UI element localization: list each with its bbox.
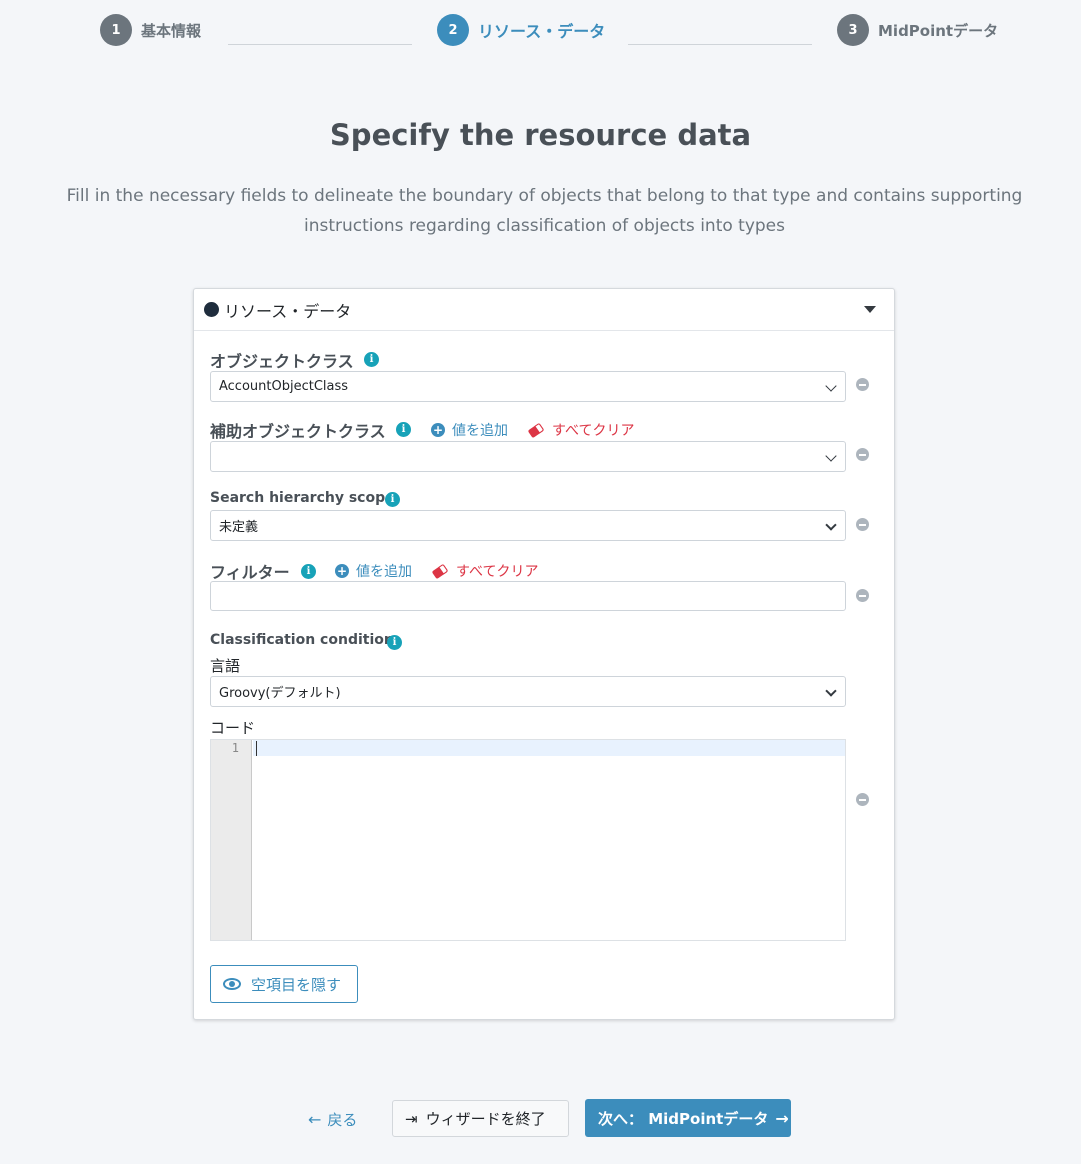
info-icon[interactable]: i [364, 352, 379, 367]
step-midpoint-data[interactable]: 3 MidPointデータ [837, 14, 998, 46]
object-class-value: AccountObjectClass [219, 379, 349, 394]
chevron-down-icon [825, 380, 837, 392]
step-resource-data[interactable]: 2 リソース・データ [437, 14, 605, 46]
next-label: 次へ： MidPointデータ [598, 1109, 769, 1128]
code-editor[interactable]: 1 [210, 739, 846, 941]
object-class-select[interactable]: AccountObjectClass [210, 371, 846, 402]
resource-data-panel: リソース・データ オブジェクトクラス i AccountObjectClass … [193, 288, 895, 1020]
remove-icon[interactable] [856, 793, 869, 806]
chevron-down-icon [825, 450, 837, 462]
info-icon[interactable]: i [301, 564, 316, 579]
wizard-stepper: 1 基本情報 2 リソース・データ 3 MidPointデータ [0, 14, 1081, 48]
add-value-link[interactable]: + 値を追加 [335, 561, 412, 581]
add-value-label: 値を追加 [452, 423, 508, 439]
add-value-label: 値を追加 [356, 564, 412, 580]
step-connector [628, 44, 812, 45]
clear-all-label: すべてクリア [456, 564, 539, 580]
object-class-label: オブジェクトクラス [210, 352, 354, 371]
language-label: 言語 [210, 657, 241, 675]
step-number: 2 [437, 14, 469, 46]
info-icon[interactable]: i [385, 492, 400, 507]
eye-icon [223, 978, 241, 990]
plus-circle-icon: + [335, 564, 349, 578]
step-basic-info[interactable]: 1 基本情報 [100, 14, 201, 46]
remove-icon[interactable] [856, 518, 869, 531]
aux-object-class-label: 補助オブジェクトクラス [210, 422, 386, 441]
line-number: 1 [231, 741, 239, 755]
remove-icon[interactable] [856, 589, 869, 602]
text-cursor [256, 741, 257, 756]
circle-icon [204, 302, 219, 317]
add-value-link[interactable]: + 値を追加 [431, 420, 508, 440]
filter-label: フィルター [210, 563, 290, 582]
search-scope-select[interactable]: 未定義 [210, 510, 846, 541]
clear-all-link[interactable]: すべてクリア [431, 561, 539, 581]
hide-empty-fields-button[interactable]: 空項目を隠す [210, 965, 358, 1003]
arrow-left-icon: ← [308, 1109, 322, 1129]
code-label: コード [210, 719, 256, 737]
active-line [253, 740, 845, 756]
page-subtitle: Fill in the necessary fields to delineat… [66, 186, 1023, 236]
filter-input[interactable] [210, 581, 846, 611]
panel-title: リソース・データ [224, 301, 352, 321]
remove-icon[interactable] [856, 378, 869, 391]
step-connector [228, 44, 412, 45]
step-label: 基本情報 [141, 21, 202, 40]
chevron-down-icon [825, 685, 837, 697]
caret-down-icon[interactable] [864, 306, 876, 313]
chevron-down-icon [825, 519, 837, 531]
eraser-icon [431, 563, 449, 579]
info-icon[interactable]: i [396, 422, 411, 437]
classification-label: Classification condition [210, 632, 394, 648]
eraser-icon [527, 422, 545, 438]
info-icon[interactable]: i [387, 635, 402, 650]
exit-wizard-button[interactable]: ⇥ ウィザードを終了 [392, 1100, 569, 1137]
back-button[interactable]: ← 戻る [308, 1104, 357, 1134]
plus-circle-icon: + [431, 423, 445, 437]
remove-icon[interactable] [856, 448, 869, 461]
arrow-right-icon: → [775, 1108, 789, 1128]
search-scope-label: Search hierarchy scope [210, 490, 395, 506]
step-label: リソース・データ [478, 22, 606, 41]
step-number: 1 [100, 14, 132, 46]
back-label: 戻る [327, 1110, 358, 1129]
step-number: 3 [837, 14, 869, 46]
sign-in-icon: ⇥ [405, 1109, 418, 1128]
line-gutter: 1 [211, 740, 252, 940]
clear-all-label: すべてクリア [552, 423, 635, 439]
step-label: MidPointデータ [878, 21, 999, 40]
next-button[interactable]: 次へ： MidPointデータ → [585, 1099, 791, 1137]
page-title: Specify the resource data [329, 118, 752, 152]
hide-empty-label: 空項目を隠す [251, 975, 342, 994]
exit-label: ウィザードを終了 [425, 1110, 546, 1128]
clear-all-link[interactable]: すべてクリア [527, 420, 635, 440]
search-scope-value: 未定義 [219, 520, 259, 535]
aux-object-class-select[interactable] [210, 441, 846, 472]
panel-header[interactable]: リソース・データ [194, 289, 894, 331]
language-select[interactable]: Groovy(デフォルト) [210, 676, 846, 707]
language-value: Groovy(デフォルト) [219, 686, 341, 701]
